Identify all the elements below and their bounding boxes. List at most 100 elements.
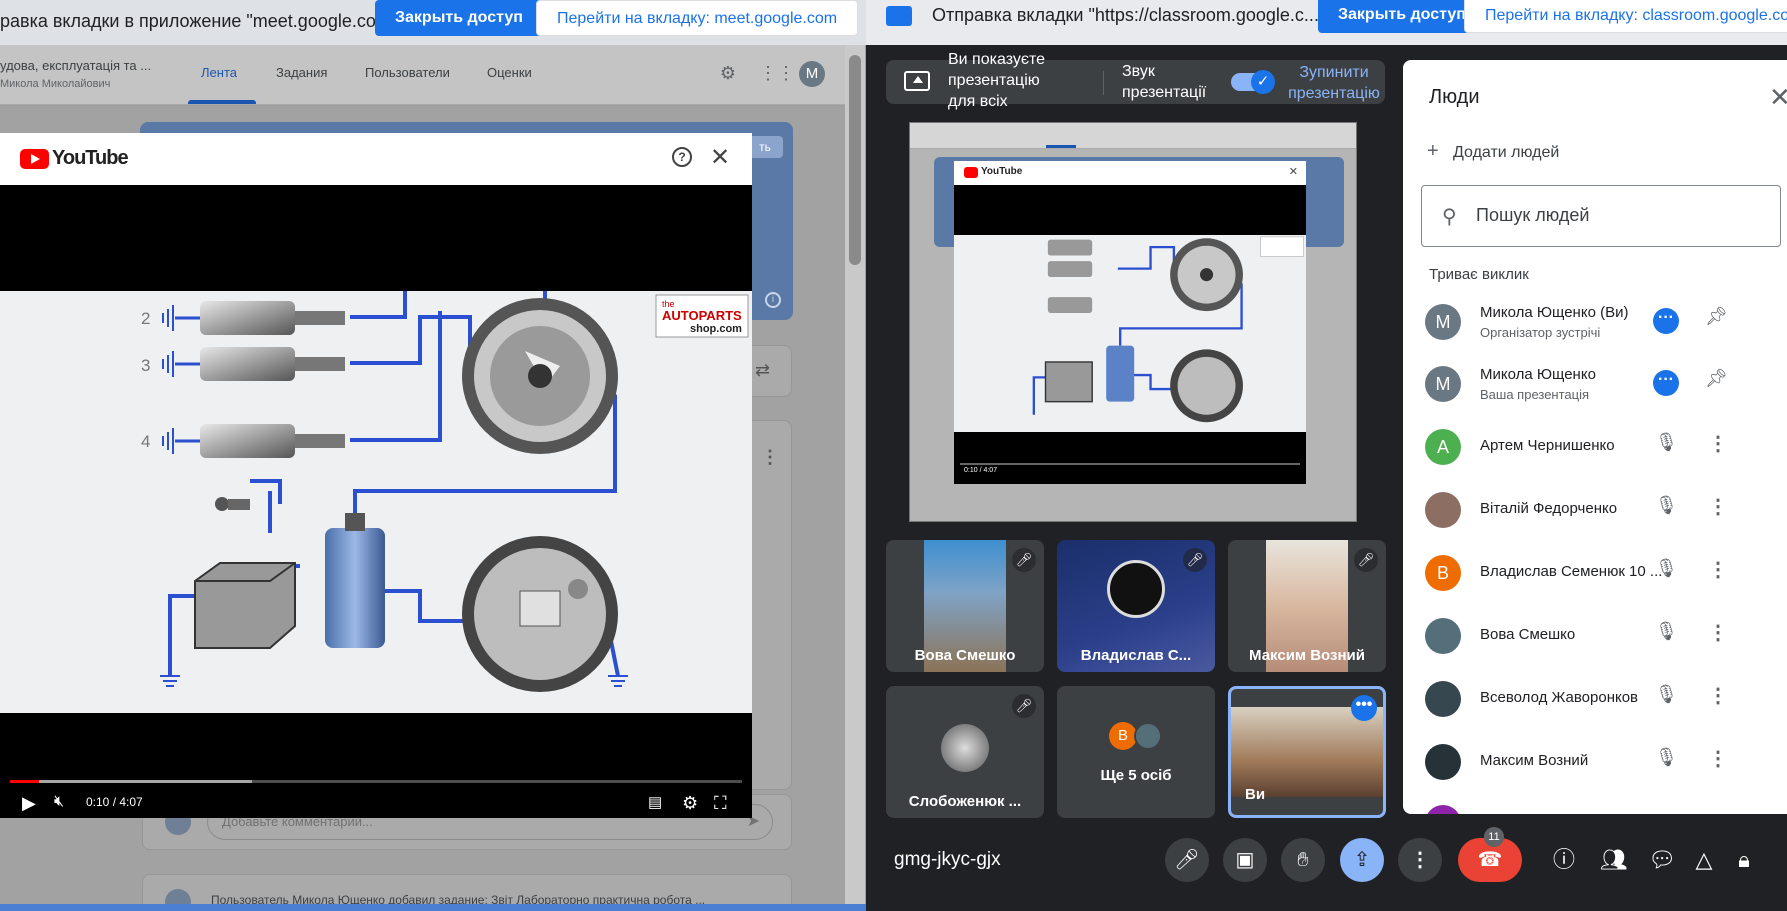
present-button[interactable]: ⇪ — [1340, 838, 1384, 882]
obs-logo-avatar — [1107, 560, 1165, 618]
gear-icon[interactable]: ⚙ — [715, 60, 741, 86]
participant-name: Вова Смешко — [1480, 626, 1576, 643]
activities-button[interactable]: △ — [1686, 840, 1722, 880]
help-icon[interactable]: ? — [672, 147, 692, 167]
participant-row[interactable]: M Микола Ющенко Ваша презентація ··· 📌︎ — [1403, 354, 1787, 414]
stop-sharing-button[interactable]: Закрыть доступ — [375, 0, 543, 36]
speaking-dots-icon: ··· — [1653, 308, 1679, 334]
participant-role: Ваша презентація — [1480, 387, 1590, 402]
tab-grades[interactable]: Оценки — [487, 65, 532, 80]
participant-name: Вова Смешко — [914, 647, 1016, 664]
participant-row[interactable]: А Артем Чернишенко 🎙︎ ⋮ — [1403, 417, 1787, 477]
apps-grid-icon[interactable]: ⋮⋮ — [759, 60, 795, 86]
mic-off-icon[interactable]: 🎙︎ — [1655, 558, 1678, 579]
banner-button[interactable]: ть — [747, 136, 783, 158]
settings-icon[interactable]: ⚙ — [682, 793, 698, 814]
more-options-icon[interactable]: ⋮ — [1708, 683, 1728, 708]
progress-buffered — [10, 780, 252, 783]
participant-row[interactable]: Віталій Федорченко 🎙︎ ⋮ — [1403, 480, 1787, 540]
preview-close-icon: ✕ — [1288, 166, 1298, 178]
presenting-status-line3: для всіх — [948, 93, 1008, 110]
course-title[interactable]: удова, експлуатація та ... — [0, 58, 151, 73]
repeat-icon[interactable]: ⇄ — [755, 360, 770, 381]
more-options-button[interactable]: ⋮ — [1398, 838, 1442, 882]
captions-icon[interactable]: ▤ — [648, 793, 662, 811]
mic-off-icon: 🎤︎ — [1354, 548, 1378, 572]
participant-tile[interactable]: 🎤︎ Владислав С... — [1057, 540, 1215, 672]
scrollbar-thumb[interactable] — [849, 55, 861, 265]
info-icon[interactable]: i — [765, 292, 781, 308]
raise-hand-button[interactable]: ✋︎ — [1281, 838, 1325, 882]
stop-sharing-button[interactable]: Закрыть доступ — [1318, 0, 1486, 33]
youtube-header: YouTube ? ✕ — [0, 133, 752, 185]
mic-off-icon[interactable]: 🎙︎ — [1655, 432, 1678, 453]
unpin-icon[interactable]: 📌︎ — [1705, 368, 1728, 389]
video-progress-bar[interactable] — [10, 780, 742, 783]
mic-off-icon[interactable]: 🎙︎ — [1655, 684, 1678, 705]
close-icon[interactable]: ✕ — [710, 143, 730, 172]
plug-label-2: 2 — [141, 309, 150, 328]
more-participants-label: Ще 5 осіб — [1100, 767, 1172, 784]
goto-tab-button[interactable]: Перейти на вкладку: classroom.google.com — [1464, 0, 1787, 33]
watermark-shop: shop.com — [690, 323, 742, 335]
mic-off-icon: 🎤︎ — [1012, 548, 1036, 572]
more-options-icon[interactable]: ⋮ — [1708, 431, 1728, 456]
participant-row[interactable]: Всеволод Жаворонков 🎙︎ ⋮ — [1403, 669, 1787, 729]
participant-tile[interactable]: 🎤︎ Максим Возний — [1228, 540, 1386, 672]
camera-button[interactable]: ▣ — [1223, 838, 1267, 882]
preview-video-time: 0:10 / 4:07 — [964, 467, 998, 474]
stop-presenting-button[interactable]: Зупинити презентацію — [1284, 62, 1384, 104]
audio-label-line1: Звук — [1122, 63, 1155, 80]
more-options-icon[interactable]: ⋮ — [1708, 494, 1728, 519]
close-icon[interactable]: ✕ — [1769, 82, 1787, 113]
participant-tile[interactable]: 🎤︎ Вова Смешко — [886, 540, 1044, 672]
people-button[interactable]: 👥︎ — [1596, 840, 1632, 880]
mute-icon[interactable]: 🔇︎ — [54, 793, 64, 811]
account-avatar[interactable]: M — [799, 61, 825, 87]
more-options-icon[interactable]: ⋮ — [1708, 620, 1728, 645]
tab-classwork[interactable]: Задания — [276, 65, 327, 80]
participant-name: Владислав С... — [1080, 647, 1192, 664]
participant-name: Артем Чернишенко — [1480, 437, 1615, 454]
goto-tab-button[interactable]: Перейти на вкладку: meet.google.com — [536, 0, 859, 36]
ignition-diagram: 2 3 4 the AUTOPARTS shop.com — [141, 291, 749, 692]
info-button[interactable]: ⓘ — [1546, 840, 1582, 880]
play-icon[interactable]: ▶ — [22, 793, 36, 814]
video-frame[interactable]: 2 3 4 the AUTOPARTS shop.com — [0, 291, 752, 713]
more-options-icon[interactable]: ⋮ — [1708, 746, 1728, 771]
participant-avatar: А — [1425, 429, 1461, 465]
more-participants-tile[interactable]: В Ще 5 осіб — [1057, 686, 1215, 818]
page-scrollbar[interactable] — [845, 45, 865, 911]
plug-label-4: 4 — [141, 432, 150, 451]
window-bottom-edge — [0, 904, 866, 911]
in-call-section-label: Триває виклик — [1429, 266, 1529, 283]
tab-stream[interactable]: Лента — [201, 65, 237, 80]
tab-share-bar-right: Отправка вкладки "https://classroom.goog… — [866, 0, 1787, 45]
host-controls-button[interactable]: 🔒︎ — [1726, 840, 1762, 880]
people-search-input[interactable]: ⚲ Пошук людей — [1421, 185, 1781, 247]
self-tile[interactable]: ••• Ви — [1228, 686, 1386, 818]
audio-label-line2: презентації — [1122, 84, 1207, 101]
mic-off-icon[interactable]: 🎙︎ — [1655, 495, 1678, 516]
participant-row[interactable]: M Микола Ющенко (Ви) Організатор зустріч… — [1403, 292, 1787, 352]
preview-youtube-header: YouTube ✕ — [954, 161, 1306, 185]
participant-row[interactable]: Вова Смешко 🎙︎ ⋮ — [1403, 606, 1787, 666]
add-people-button[interactable]: + Додати людей — [1427, 140, 1559, 163]
pin-icon[interactable]: 📌︎ — [1705, 306, 1728, 327]
mic-off-icon[interactable]: 🎙︎ — [1655, 621, 1678, 642]
chat-button[interactable]: 💬︎ — [1644, 840, 1680, 880]
participant-row[interactable]: В Владислав Семенюк 10 ... 🎙︎ ⋮ — [1403, 543, 1787, 603]
mic-button[interactable]: 🎤︎ — [1165, 838, 1209, 882]
participant-row[interactable]: Максим Возний 🎙︎ ⋮ — [1403, 732, 1787, 792]
participant-avatar: M — [1425, 304, 1461, 340]
more-options-icon[interactable]: ⋮ — [1708, 557, 1728, 582]
participant-tile[interactable]: 🎤︎ Слобоженюк ... — [886, 686, 1044, 818]
mic-off-icon[interactable]: 🎙︎ — [1655, 747, 1678, 768]
progress-played — [10, 780, 40, 783]
participant-role: Організатор зустрічі — [1480, 325, 1601, 340]
more-icon[interactable]: ⋮ — [761, 447, 779, 468]
add-person-icon: + — [1427, 140, 1439, 162]
fullscreen-icon[interactable]: ⛶ — [714, 793, 727, 814]
presentation-audio-toggle[interactable]: ✓ — [1231, 70, 1275, 94]
tab-people[interactable]: Пользователи — [365, 65, 450, 80]
